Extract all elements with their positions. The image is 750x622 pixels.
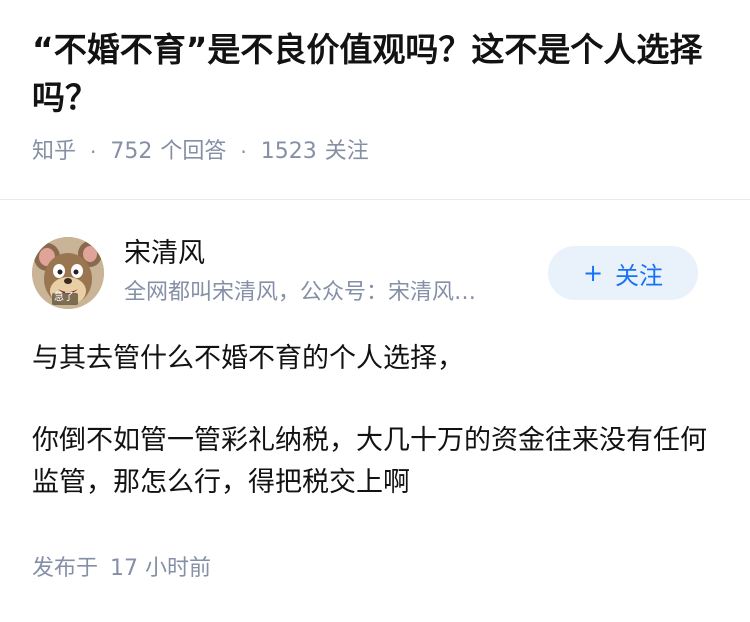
- answer-paragraph: 你倒不如管一管彩礼纳税，大几十万的资金往来没有任何监管，那怎么行，得把税交上啊: [32, 425, 707, 498]
- author-name[interactable]: 宋清风: [124, 236, 205, 272]
- question-meta: 知乎 · 752 个回答 · 1523 关注: [32, 136, 722, 168]
- section-divider: [0, 199, 750, 200]
- follower-label[interactable]: 关注: [325, 136, 369, 168]
- question-title[interactable]: “不婚不育”是不良价值观吗？这不是个人选择吗？: [32, 26, 722, 122]
- avatar-caption: 急了: [54, 292, 74, 303]
- follow-label: 关注: [615, 261, 664, 290]
- author-bio: 全网都叫宋清风，公众号：宋清风…: [124, 280, 477, 305]
- avatar[interactable]: 急了: [32, 237, 104, 309]
- answer-count[interactable]: 752: [110, 136, 152, 168]
- answer-timestamp: 发布于 17 小时前: [32, 553, 211, 585]
- follower-count[interactable]: 1523: [261, 136, 317, 168]
- answer-content: 与其去管什么不婚不育的个人选择， 你倒不如管一管彩礼纳税，大几十万的资金往来没有…: [32, 338, 718, 544]
- plus-icon: +: [582, 259, 604, 287]
- source-label[interactable]: 知乎: [32, 136, 76, 168]
- answer-paragraph: 与其去管什么不婚不育的个人选择，: [32, 343, 464, 374]
- meta-separator: ·: [90, 140, 97, 164]
- meta-separator: ·: [240, 140, 247, 164]
- author-row: 急了 宋清风 全网都叫宋清风，公众号：宋清风… + 关注: [32, 236, 698, 310]
- publish-time: 17 小时前: [110, 556, 212, 581]
- question-header: “不婚不育”是不良价值观吗？这不是个人选择吗？ 知乎 · 752 个回答 · 1…: [32, 26, 722, 168]
- publish-label: 发布于: [32, 556, 99, 581]
- follow-button[interactable]: + 关注: [548, 246, 698, 300]
- answer-count-label[interactable]: 个回答: [160, 136, 226, 168]
